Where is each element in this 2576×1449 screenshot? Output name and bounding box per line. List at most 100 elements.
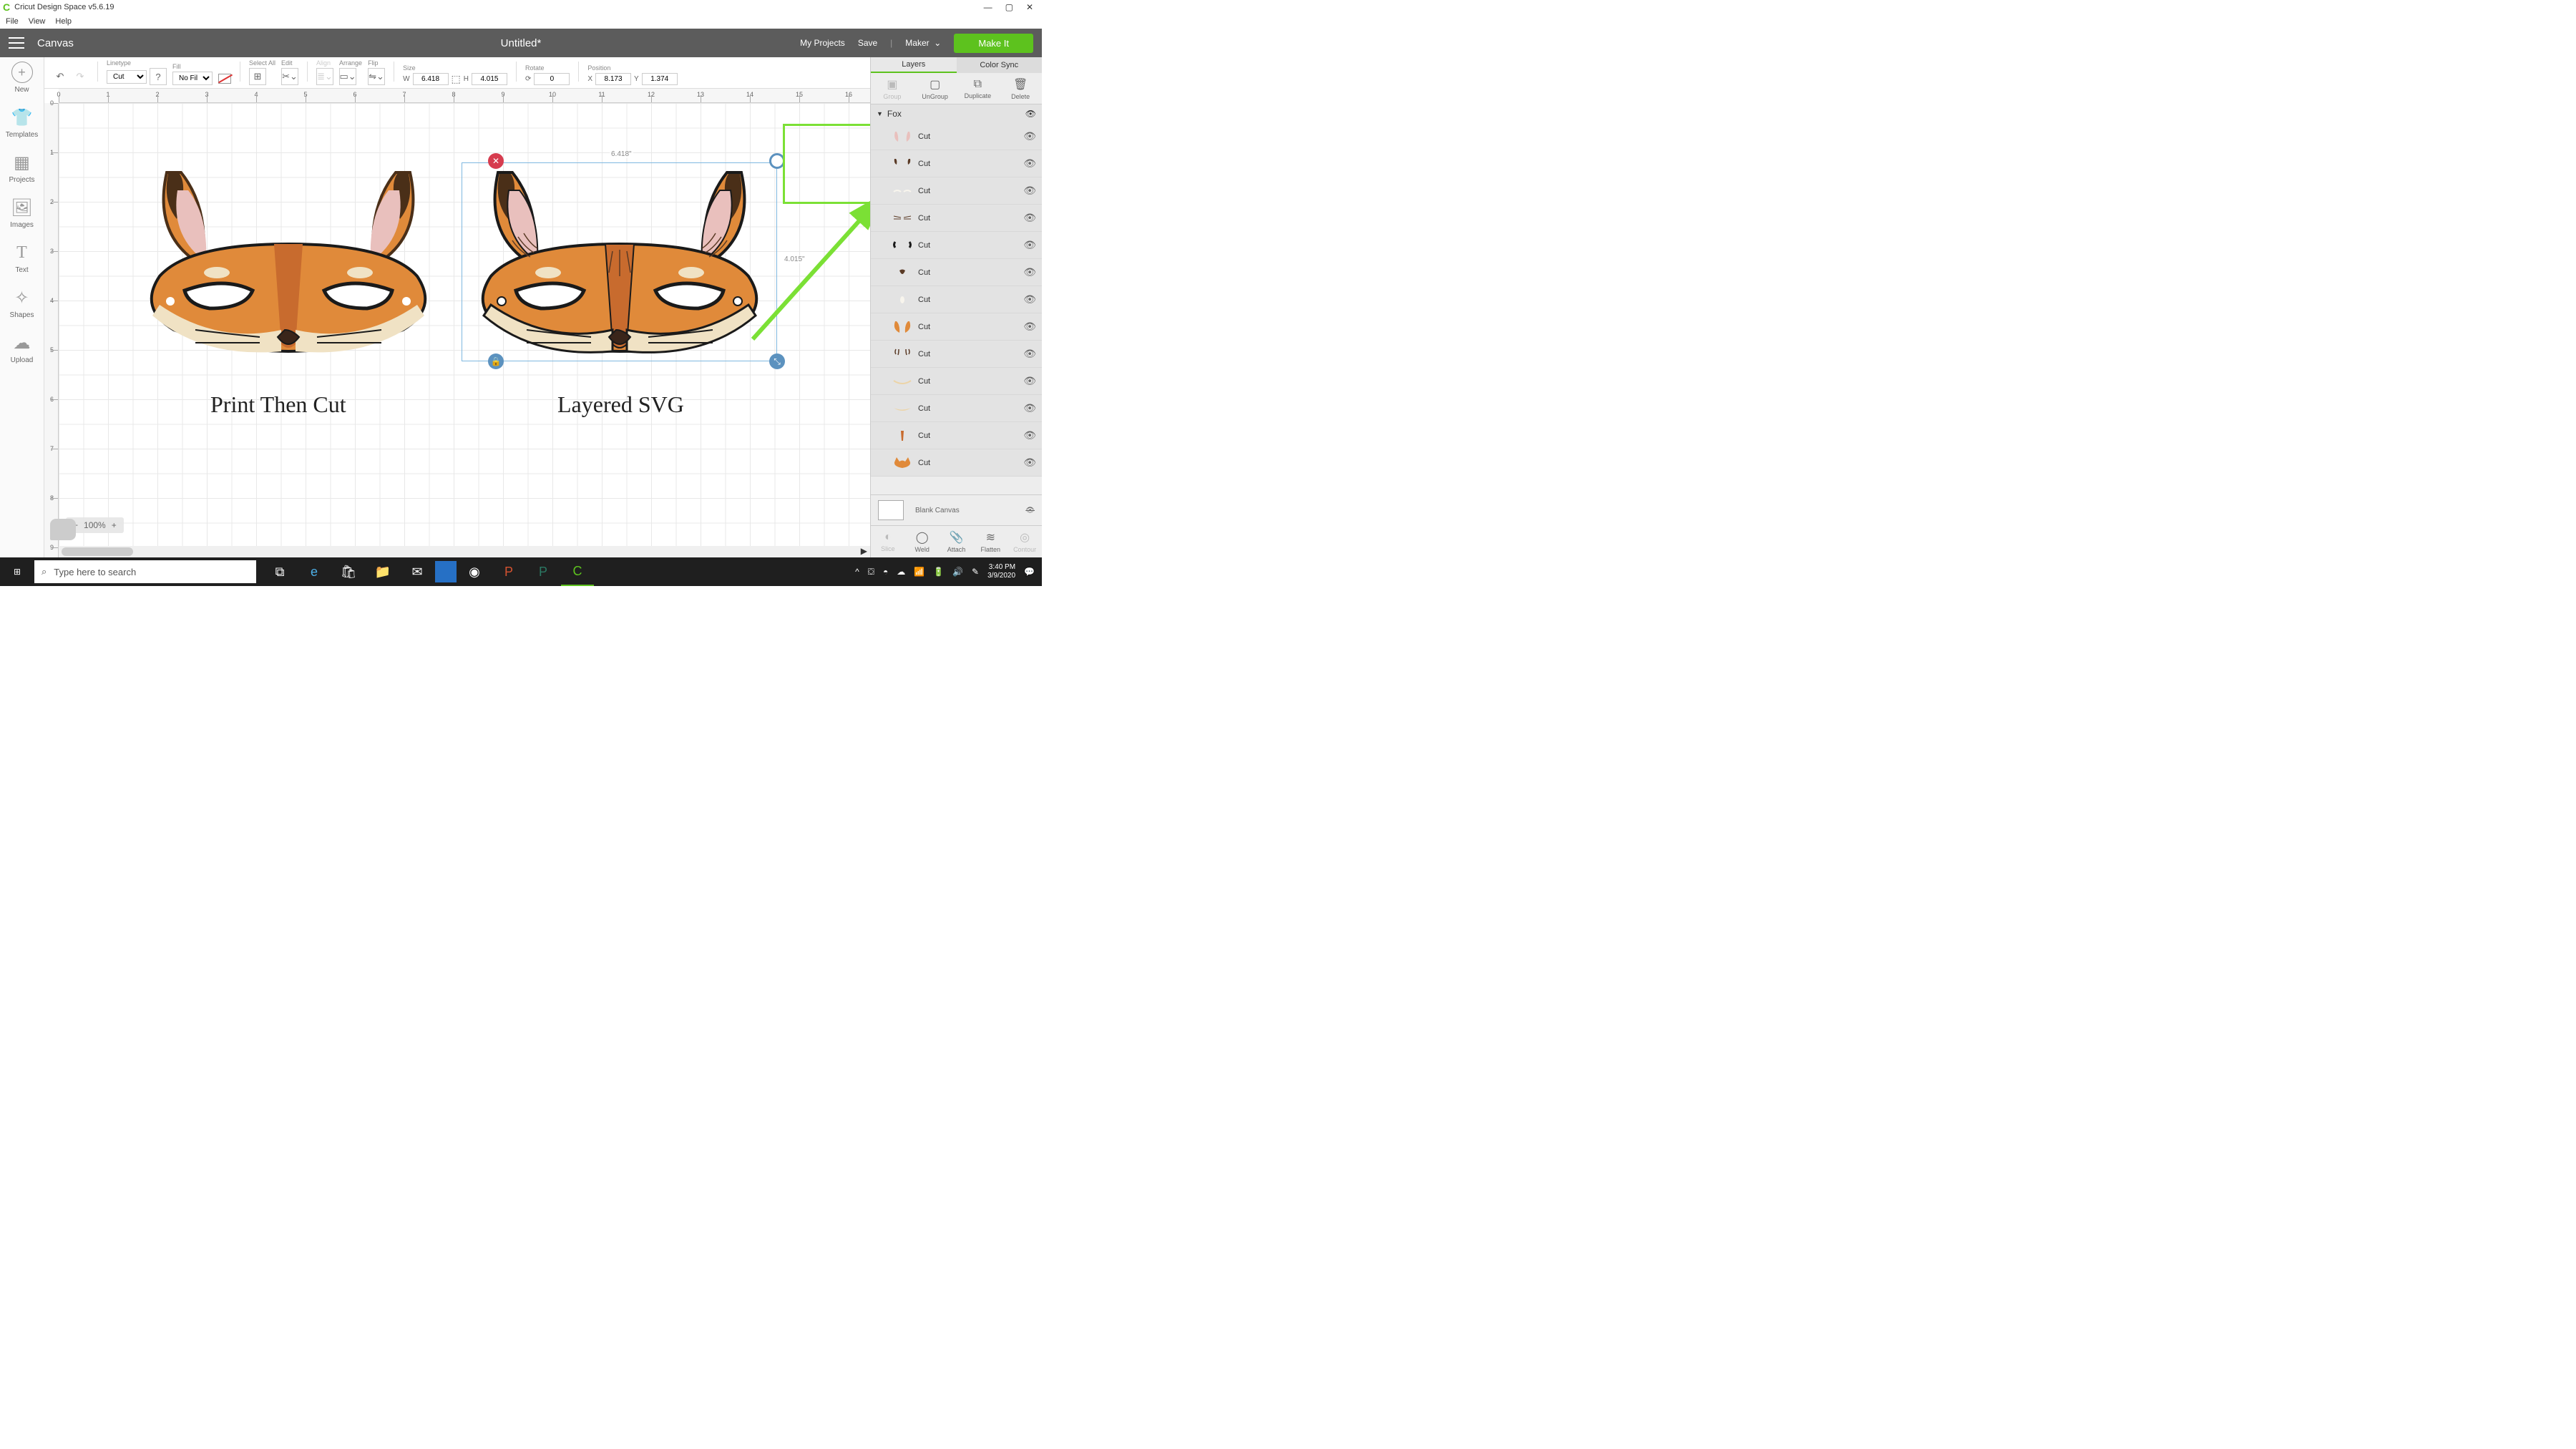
group-button[interactable]: ▣Group — [871, 73, 914, 104]
layer-item[interactable]: Cut👁 — [871, 422, 1042, 449]
fill-select[interactable]: No Fill — [172, 72, 213, 85]
menu-help[interactable]: Help — [55, 17, 72, 26]
align-button[interactable]: ≣⌄ — [316, 68, 333, 85]
layer-item[interactable]: Cut👁 — [871, 395, 1042, 422]
store-icon[interactable]: 🛍 — [332, 557, 365, 586]
fox-print-then-cut[interactable] — [130, 165, 447, 373]
x-input[interactable] — [595, 73, 631, 85]
y-input[interactable] — [642, 73, 678, 85]
menu-view[interactable]: View — [29, 17, 46, 26]
upload-button[interactable]: ☁Upload — [11, 332, 34, 364]
visibility-toggle[interactable]: 👁 — [1023, 293, 1036, 306]
fill-swatch[interactable] — [218, 74, 231, 84]
tab-color-sync[interactable]: Color Sync — [957, 57, 1043, 73]
volume-icon[interactable]: 🔊 — [952, 567, 963, 577]
photos-icon[interactable] — [435, 561, 457, 582]
edit-button[interactable]: ✂⌄ — [281, 68, 298, 85]
my-projects-link[interactable]: My Projects — [800, 38, 845, 48]
visibility-toggle[interactable]: 👁 — [1023, 429, 1036, 441]
hamburger-icon[interactable] — [9, 37, 24, 49]
minimize-button[interactable]: — — [984, 2, 992, 12]
cricut-icon[interactable]: C — [561, 557, 594, 586]
tray-expand-icon[interactable]: ^ — [855, 567, 859, 577]
notifications-icon[interactable]: 💬 — [1024, 567, 1035, 577]
images-button[interactable]: 🖼Images — [10, 197, 34, 229]
visibility-toggle[interactable]: 👁 — [1023, 457, 1036, 469]
layer-item[interactable]: Cut👁 — [871, 313, 1042, 341]
mail-icon[interactable]: ✉ — [401, 557, 434, 586]
machine-selector[interactable]: Maker ⌄ — [905, 38, 941, 48]
label-layered-svg[interactable]: Layered SVG — [557, 391, 684, 418]
visibility-hidden-icon[interactable]: 👁 — [1025, 507, 1035, 514]
rotate-input[interactable] — [534, 73, 570, 85]
height-input[interactable] — [472, 73, 507, 85]
maximize-button[interactable]: ▢ — [1005, 2, 1013, 12]
select-all-button[interactable]: ⊞ — [249, 68, 266, 85]
horizontal-scrollbar[interactable]: ▶ — [59, 546, 870, 557]
taskbar-search[interactable]: ⌕ Type here to search — [34, 560, 256, 583]
battery-icon[interactable]: 🔋 — [933, 567, 944, 577]
publisher-icon[interactable]: P — [527, 557, 560, 586]
visibility-toggle[interactable]: 👁 — [1023, 402, 1036, 414]
start-button[interactable]: ⊞ — [0, 557, 34, 586]
flatten-button[interactable]: ≋Flatten — [973, 526, 1008, 557]
powerpoint-icon[interactable]: P — [492, 557, 525, 586]
slice-button[interactable]: ◐Slice — [871, 526, 905, 557]
width-input[interactable] — [413, 73, 449, 85]
visibility-toggle[interactable]: 👁 — [1023, 130, 1036, 142]
linetype-select[interactable]: Cut — [107, 70, 147, 84]
visibility-toggle[interactable]: 👁 — [1023, 266, 1036, 278]
layer-item[interactable]: Cut👁 — [871, 341, 1042, 368]
linetype-help[interactable]: ? — [150, 68, 167, 85]
chrome-icon[interactable]: ◉ — [458, 557, 491, 586]
visibility-toggle[interactable]: 👁 — [1023, 348, 1036, 360]
visibility-toggle[interactable]: 👁 — [1025, 109, 1036, 119]
fox-layered-svg[interactable] — [462, 165, 778, 373]
templates-button[interactable]: 👕Templates — [6, 107, 39, 139]
layer-group-fox[interactable]: ▼Fox 👁 — [871, 104, 1042, 123]
visibility-toggle[interactable]: 👁 — [1023, 157, 1036, 170]
blank-canvas-row[interactable]: Blank Canvas 👁 — [871, 494, 1042, 526]
chat-icon[interactable] — [50, 519, 76, 540]
visibility-toggle[interactable]: 👁 — [1023, 321, 1036, 333]
redo-button[interactable]: ↷ — [72, 68, 89, 85]
layer-item[interactable]: Cut👁 — [871, 177, 1042, 205]
layer-item[interactable]: Cut👁 — [871, 368, 1042, 395]
attach-button[interactable]: 📎Attach — [940, 526, 974, 557]
layer-item[interactable]: Cut👁 — [871, 150, 1042, 177]
layer-item[interactable]: Cut👁 — [871, 449, 1042, 477]
task-view-icon[interactable]: ⧉ — [263, 557, 296, 586]
layer-item[interactable]: Cut👁 — [871, 205, 1042, 232]
arrange-button[interactable]: ▭⌄ — [339, 68, 356, 85]
projects-button[interactable]: ▦Projects — [9, 152, 34, 184]
save-link[interactable]: Save — [858, 38, 877, 48]
edge-icon[interactable]: e — [298, 557, 331, 586]
visibility-toggle[interactable]: 👁 — [1023, 239, 1036, 251]
text-button[interactable]: TText — [11, 242, 33, 274]
tab-layers[interactable]: Layers — [871, 57, 957, 73]
weld-button[interactable]: ◯Weld — [905, 526, 940, 557]
ungroup-button[interactable]: ▢UnGroup — [914, 73, 957, 104]
layer-item[interactable]: Cut👁 — [871, 232, 1042, 259]
layer-item[interactable]: Cut👁 — [871, 259, 1042, 286]
layer-item[interactable]: Cut👁 — [871, 123, 1042, 150]
menu-file[interactable]: File — [6, 17, 19, 26]
flip-button[interactable]: ⇋⌄ — [368, 68, 385, 85]
explorer-icon[interactable]: 📁 — [366, 557, 399, 586]
new-button[interactable]: +New — [11, 62, 33, 94]
shapes-button[interactable]: ✧Shapes — [10, 287, 34, 319]
visibility-toggle[interactable]: 👁 — [1023, 185, 1036, 197]
dropbox-icon[interactable]: ⛋ — [868, 567, 874, 577]
label-print-then-cut[interactable]: Print Then Cut — [210, 391, 346, 418]
layer-item[interactable]: Cut👁 — [871, 286, 1042, 313]
visibility-toggle[interactable]: 👁 — [1023, 375, 1036, 387]
canvas-area[interactable]: 01234567891011121314151617 0123456789 — [44, 89, 870, 557]
undo-button[interactable]: ↶ — [52, 68, 69, 85]
clock[interactable]: 3:40 PM3/9/2020 — [987, 563, 1015, 580]
wifi-icon[interactable]: 📶 — [914, 567, 924, 577]
duplicate-button[interactable]: ⧉Duplicate — [957, 73, 1000, 104]
security-icon[interactable]: ◓ — [883, 567, 888, 577]
delete-button[interactable]: 🗑Delete — [999, 73, 1042, 104]
make-it-button[interactable]: Make It — [954, 34, 1033, 53]
input-icon[interactable]: ✎ — [972, 567, 979, 577]
